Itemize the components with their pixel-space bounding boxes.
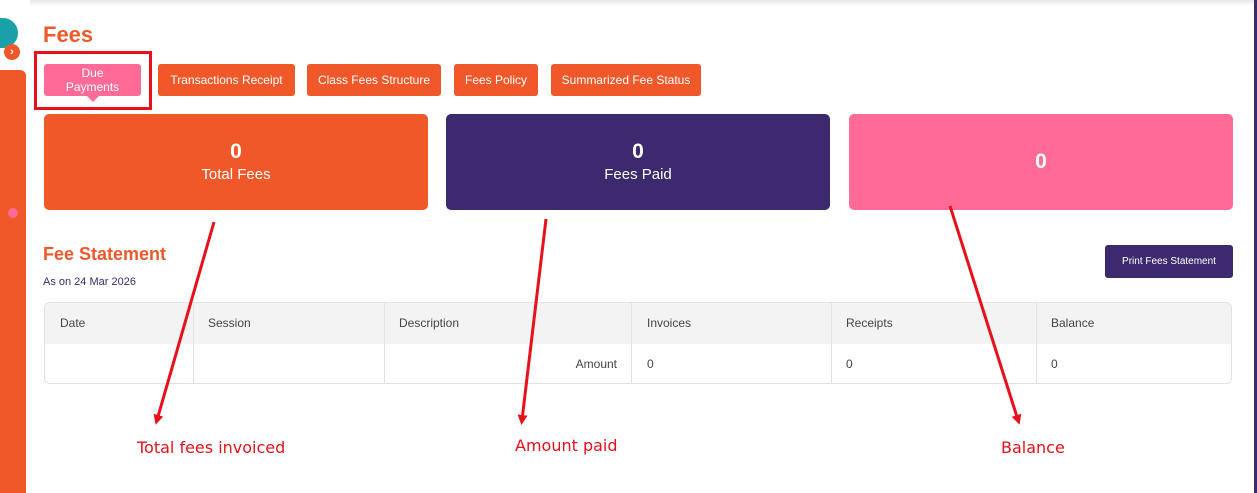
arrow-total-fees [153, 221, 216, 425]
arrow-fees-paid [517, 218, 548, 425]
arrow-balance [948, 205, 1022, 425]
annotation-amount-paid: Amount paid [515, 436, 618, 455]
annotation-total-fees: Total fees invoiced [137, 438, 286, 457]
annotation-arrows [153, 205, 1022, 425]
annotation-balance: Balance [1001, 438, 1065, 457]
